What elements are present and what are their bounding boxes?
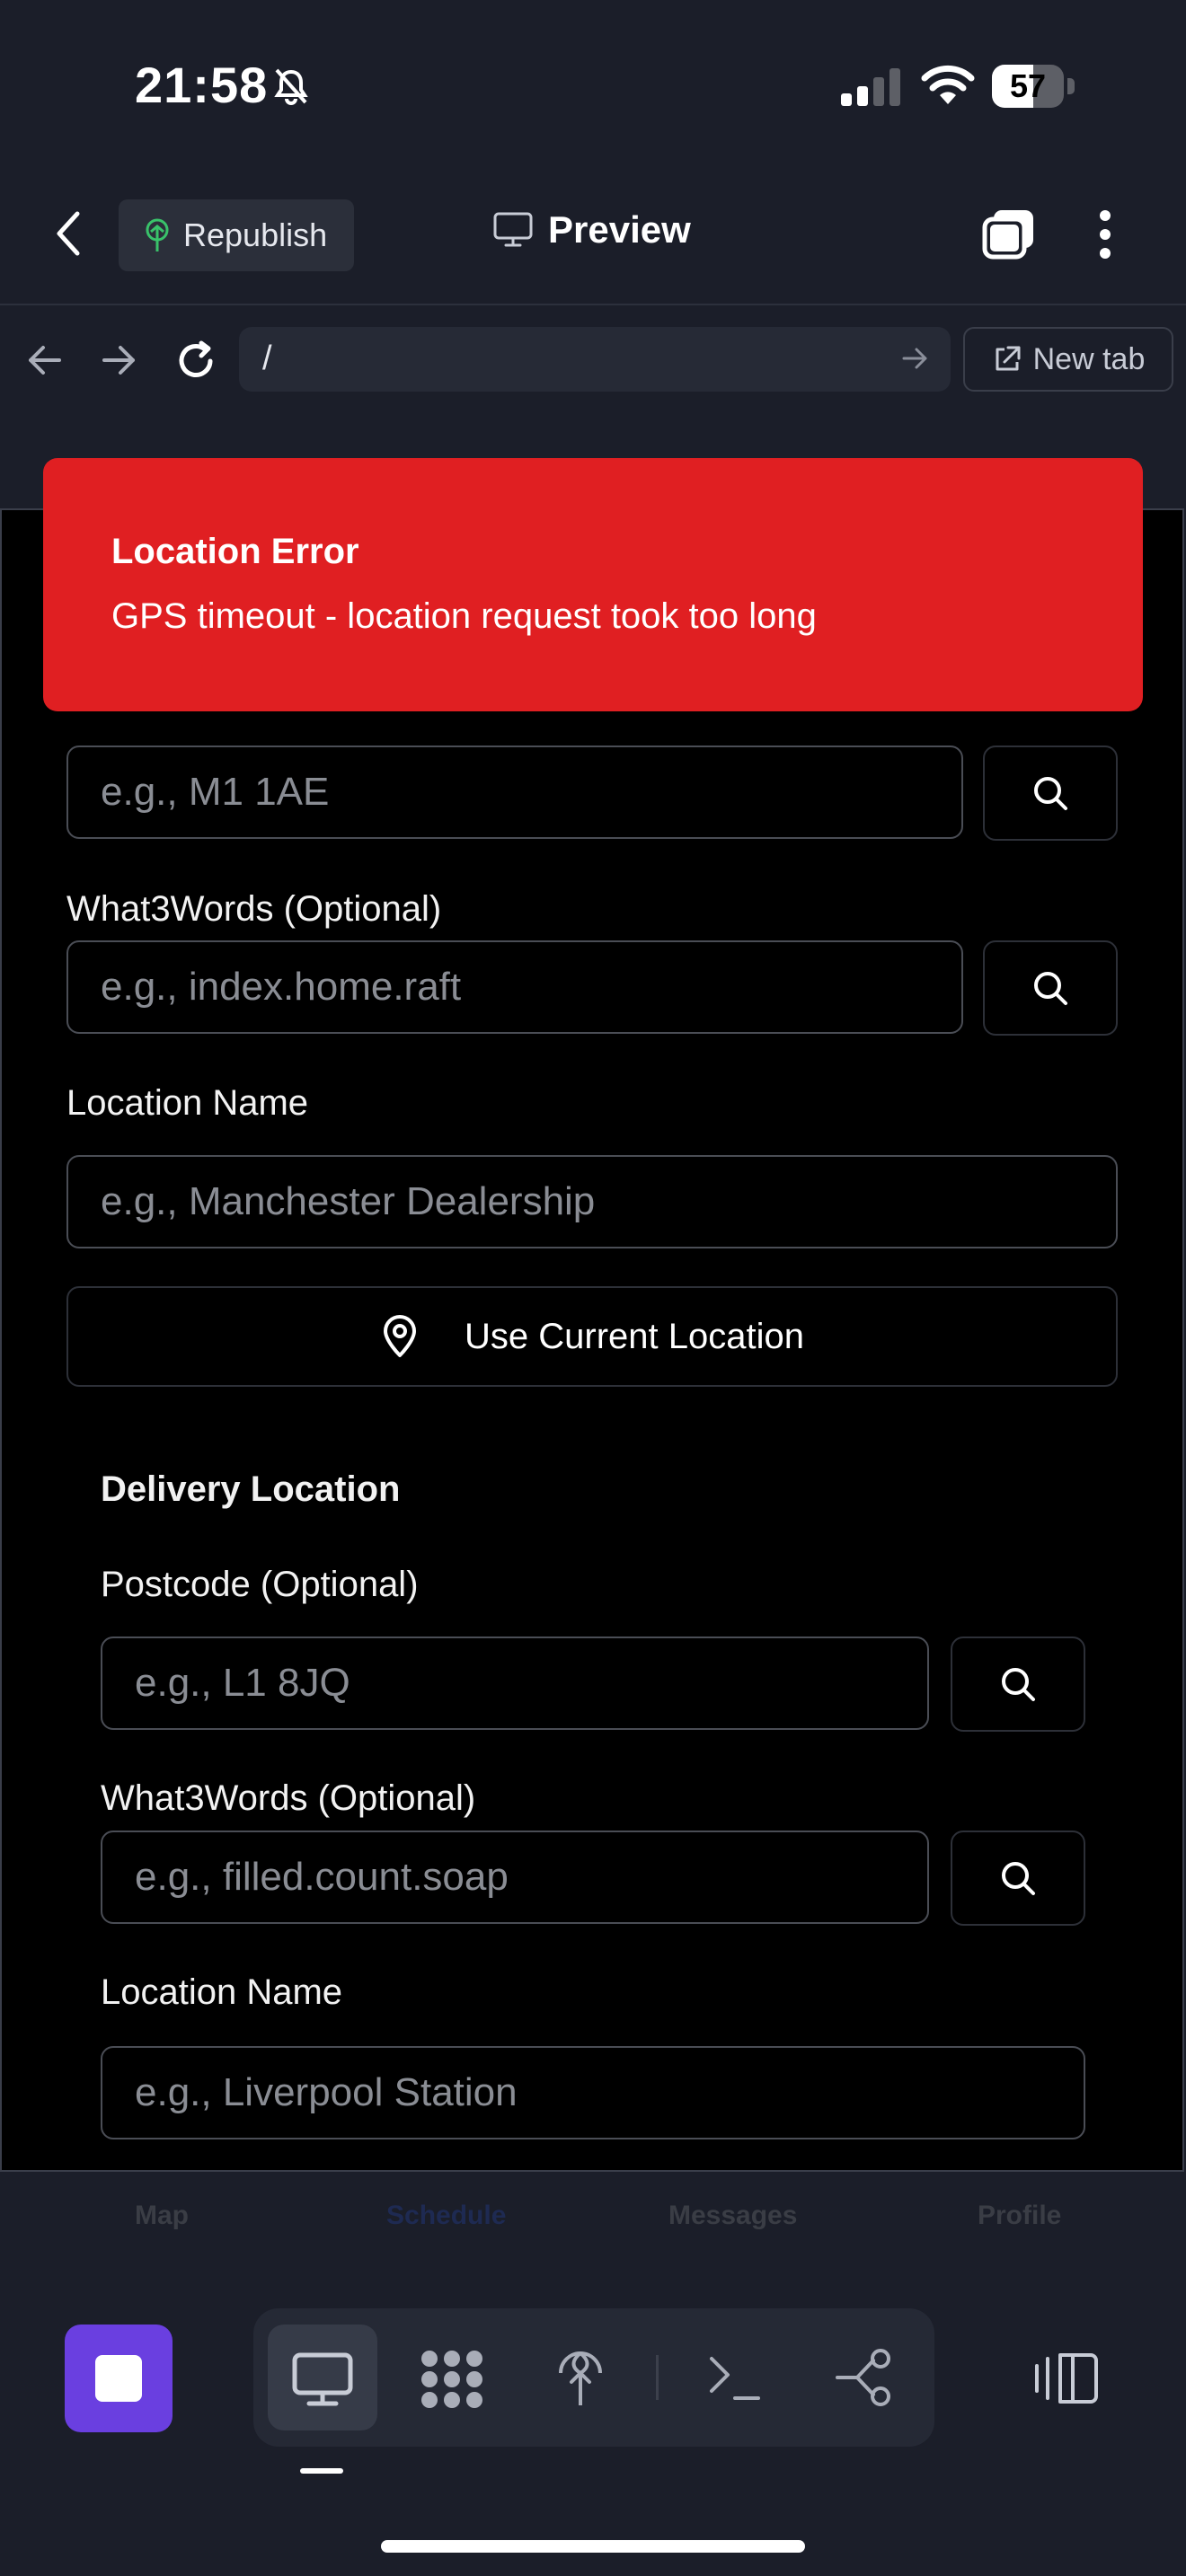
delivery-postcode-label: Postcode (Optional) — [101, 1565, 419, 1604]
republish-label: Republish — [183, 216, 328, 253]
nav-messages-label[interactable]: Messages — [668, 2201, 797, 2231]
tool-separator — [656, 2355, 659, 2400]
back-button[interactable] — [52, 208, 84, 259]
stop-icon — [95, 2355, 142, 2402]
delivery-location-name-input[interactable]: e.g., Liverpool Station — [101, 2046, 1085, 2139]
delivery-w3w-search-button[interactable] — [951, 1831, 1085, 1926]
terminal-icon[interactable] — [706, 2351, 762, 2404]
pickup-location-name-input[interactable]: e.g., Manchester Dealership — [66, 1155, 1118, 1248]
wifi-icon — [920, 63, 976, 106]
search-icon — [1002, 1862, 1035, 1895]
map-pin-icon — [384, 1315, 417, 1357]
monitor-icon — [493, 212, 533, 247]
nav-map-label[interactable]: Map — [135, 2201, 189, 2231]
delivery-postcode-input[interactable]: e.g., L1 8JQ — [101, 1636, 929, 1730]
status-time: 21:58 — [135, 57, 269, 113]
nav-schedule-label[interactable]: Schedule — [386, 2201, 506, 2231]
tabs-icon[interactable] — [981, 208, 1037, 260]
deploy-icon[interactable] — [553, 2341, 607, 2409]
browser-forward-icon[interactable] — [101, 343, 138, 377]
more-options-icon[interactable] — [1094, 208, 1116, 260]
error-toast[interactable] — [43, 458, 1143, 711]
browser-back-icon[interactable] — [25, 343, 63, 377]
git-branch-icon[interactable] — [834, 2346, 897, 2409]
go-arrow-icon[interactable] — [902, 347, 929, 370]
pickup-w3w-search-button[interactable] — [983, 940, 1118, 1036]
pickup-postcode-input[interactable]: e.g., M1 1AE — [66, 745, 963, 839]
search-icon — [1002, 1668, 1035, 1701]
home-indicator — [381, 2540, 805, 2553]
use-current-location-button[interactable]: Use Current Location — [66, 1286, 1118, 1387]
republish-icon — [142, 217, 173, 253]
external-link-icon — [996, 346, 1021, 371]
header-divider — [0, 304, 1186, 305]
toast-title: Location Error — [111, 532, 359, 571]
delivery-section-title: Delivery Location — [101, 1469, 401, 1509]
url-text: / — [262, 340, 272, 377]
search-icon — [1034, 972, 1067, 1005]
pickup-location-name-label: Location Name — [66, 1083, 309, 1123]
delivery-postcode-search-button[interactable] — [951, 1636, 1085, 1732]
new-tab-label: New tab — [1032, 341, 1146, 376]
pickup-w3w-label: What3Words (Optional) — [66, 889, 442, 929]
use-current-location-label: Use Current Location — [465, 1316, 804, 1356]
battery-indicator: 57 — [992, 65, 1075, 108]
packages-icon[interactable] — [417, 2346, 487, 2413]
bell-muted-icon — [271, 66, 311, 106]
battery-level: 57 — [1009, 67, 1047, 104]
pickup-w3w-input[interactable]: e.g., index.home.raft — [66, 940, 963, 1034]
selected-tool-indicator — [300, 2468, 343, 2474]
page-title: Preview — [548, 208, 691, 251]
monitor-icon — [291, 2351, 354, 2407]
search-icon — [1034, 777, 1067, 810]
pickup-postcode-search-button[interactable] — [983, 745, 1118, 841]
delivery-w3w-input[interactable]: e.g., filled.count.soap — [101, 1831, 929, 1924]
cellular-signal-icon — [839, 68, 902, 106]
new-tab-button[interactable]: New tab — [963, 327, 1173, 392]
url-input[interactable] — [239, 327, 951, 392]
toast-message: GPS timeout - location request took too … — [111, 596, 817, 636]
republish-button[interactable]: Republish — [119, 199, 354, 271]
delivery-location-name-label: Location Name — [101, 1972, 343, 2012]
reload-icon[interactable] — [174, 340, 217, 383]
preview-title: Preview — [492, 208, 691, 251]
delivery-w3w-label: What3Words (Optional) — [101, 1778, 476, 1818]
panel-toggle-icon[interactable] — [1033, 2350, 1102, 2407]
nav-profile-label[interactable]: Profile — [978, 2201, 1061, 2231]
stop-button[interactable] — [65, 2325, 173, 2432]
